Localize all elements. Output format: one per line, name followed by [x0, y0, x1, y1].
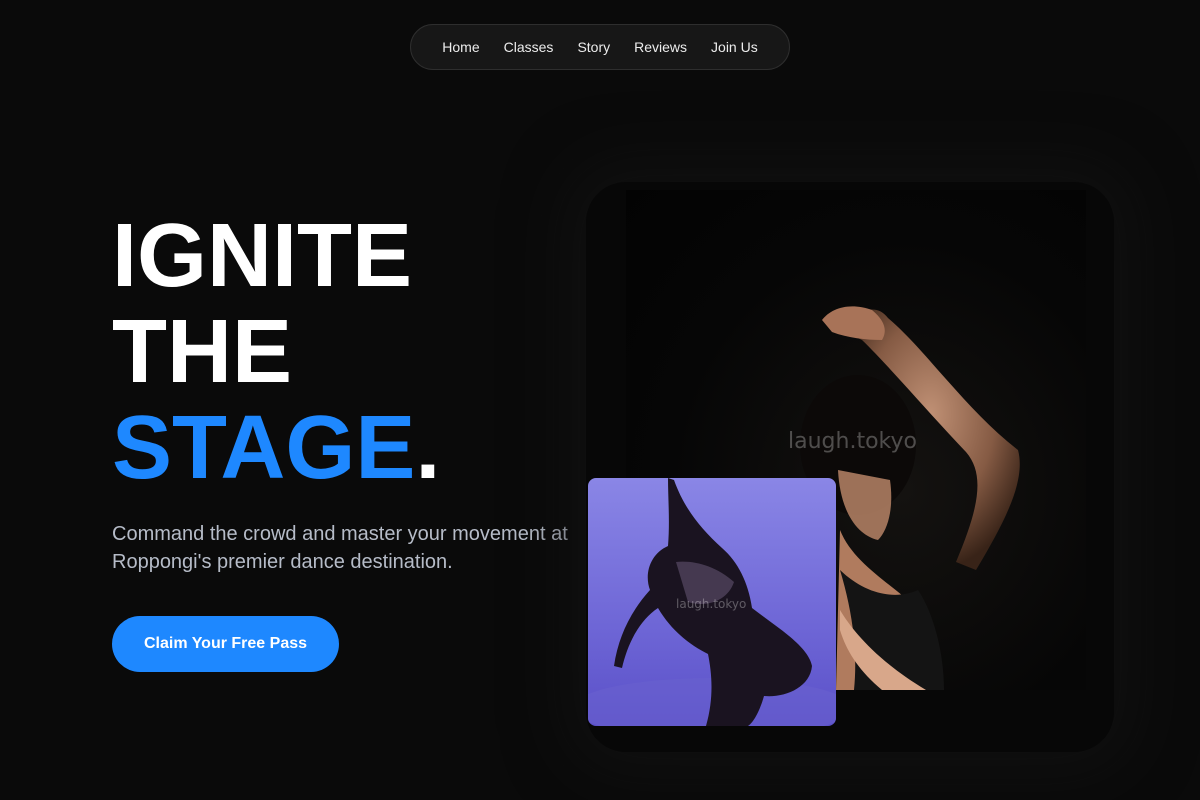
top-nav: Home Classes Story Reviews Join Us [410, 24, 790, 70]
nav-link-join-us[interactable]: Join Us [711, 39, 758, 55]
small-photo-watermark: laugh.tokyo [676, 597, 746, 611]
nav-link-reviews[interactable]: Reviews [634, 39, 687, 55]
nav-link-home[interactable]: Home [442, 39, 479, 55]
landing-page: Home Classes Story Reviews Join Us IGNIT… [0, 0, 1200, 800]
hero-headline: IGNITE THE STAGE. [112, 208, 440, 496]
claim-free-pass-button[interactable]: Claim Your Free Pass [112, 616, 339, 672]
nav-link-classes[interactable]: Classes [504, 39, 554, 55]
main-photo-watermark: laugh.tokyo [788, 429, 917, 454]
hero-subtitle: Command the crowd and master your moveme… [112, 523, 568, 573]
headline-line-3: STAGE. [112, 400, 440, 496]
dancer-photo-small: laugh.tokyo [588, 478, 836, 726]
headline-accent-word: STAGE [112, 398, 416, 498]
dancer-small-illustration: laugh.tokyo [588, 478, 836, 726]
headline-line-1: IGNITE [112, 206, 413, 306]
nav-link-story[interactable]: Story [577, 39, 610, 55]
headline-period: . [415, 398, 441, 498]
headline-line-2: THE [112, 302, 292, 402]
